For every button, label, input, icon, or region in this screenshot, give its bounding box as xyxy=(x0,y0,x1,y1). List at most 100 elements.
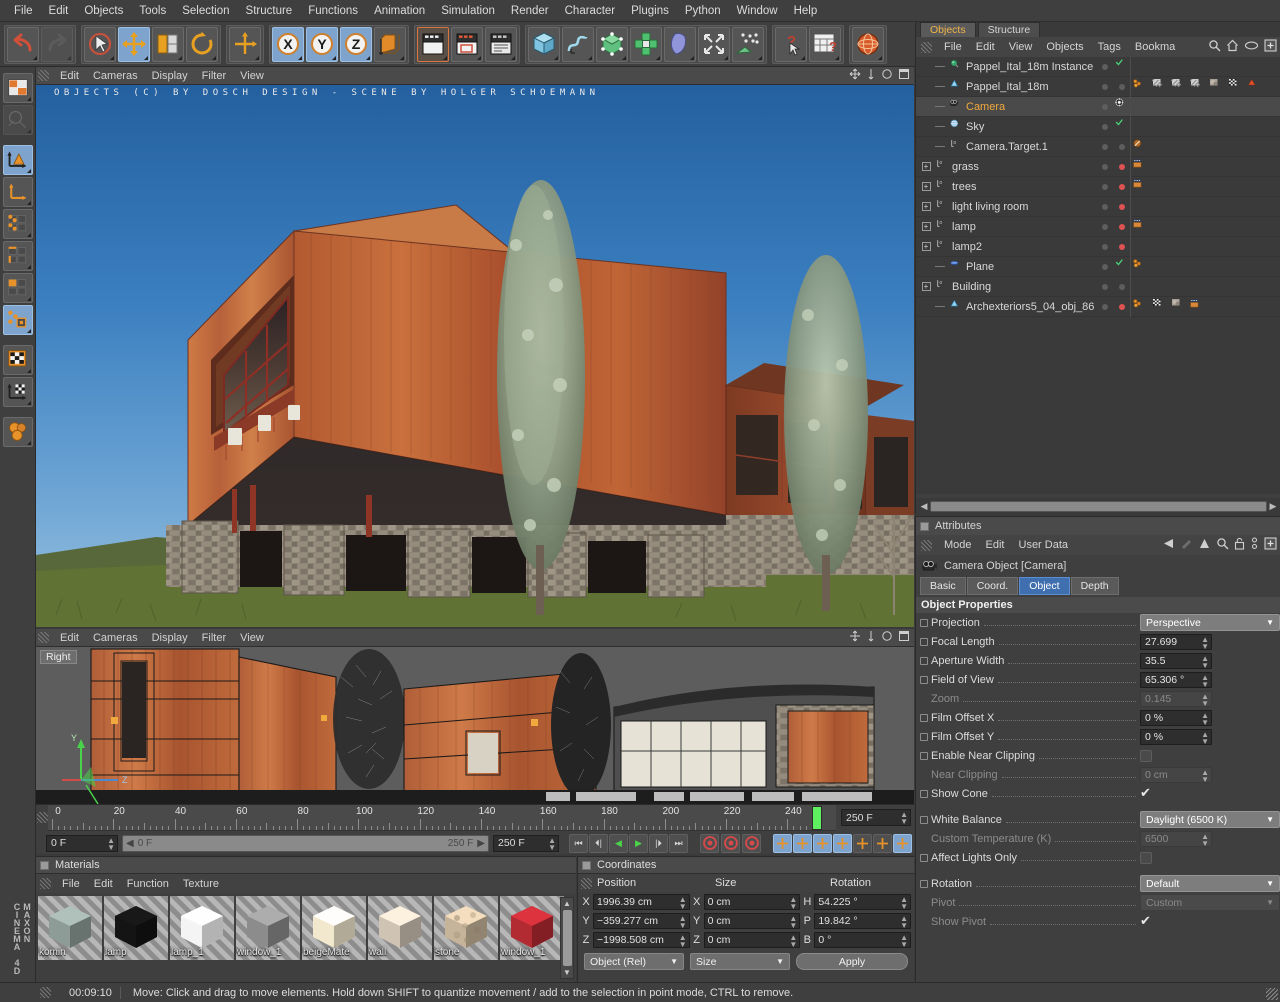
editor-visibility-dot[interactable] xyxy=(1096,64,1114,70)
tree-control[interactable]: + xyxy=(918,282,934,291)
editor-visibility-dot[interactable] xyxy=(1096,244,1114,250)
render-settings-icon[interactable] xyxy=(485,27,517,62)
editor-visibility-dot[interactable] xyxy=(1096,124,1114,130)
model-mode-icon[interactable] xyxy=(3,73,33,103)
object-name[interactable]: light living room xyxy=(952,201,1096,213)
axis-lock-icon[interactable] xyxy=(3,377,33,407)
viewport-menu-filter[interactable]: Filter xyxy=(195,69,233,83)
render-visibility-cell[interactable] xyxy=(1114,119,1130,135)
viewport-menu-edit[interactable]: Edit xyxy=(87,877,120,891)
tree-control[interactable]: + xyxy=(918,242,934,251)
viewport-menu-view[interactable]: View xyxy=(233,631,271,645)
spinner-icon[interactable]: ▲▼ xyxy=(1201,674,1209,688)
property-dropdown[interactable]: Default▼ xyxy=(1140,875,1280,892)
viewport-menu-cameras[interactable]: Cameras xyxy=(86,631,145,645)
tag-texture-checker[interactable] xyxy=(1152,299,1169,314)
keyframe-mode-button[interactable] xyxy=(893,834,912,853)
render-visibility-dot[interactable] xyxy=(1119,204,1125,210)
tree-control[interactable] xyxy=(932,86,948,87)
menu-item-help[interactable]: Help xyxy=(786,3,826,19)
scroll-right-arrow-icon[interactable]: ▶ xyxy=(477,838,485,849)
objmgr-tab-structure[interactable]: Structure xyxy=(978,22,1041,37)
attr-tab-object[interactable]: Object xyxy=(1019,577,1069,595)
polygon-mode-icon[interactable] xyxy=(3,273,33,303)
editor-visibility-dot[interactable] xyxy=(1096,264,1114,270)
timeline-end-frame-field[interactable]: 250 F ▲▼ xyxy=(841,809,911,826)
tag-phong-tag[interactable] xyxy=(1133,299,1150,314)
spinner-icon[interactable]: ▲▼ xyxy=(789,934,797,948)
object-name[interactable]: Building xyxy=(952,281,1096,293)
tag-area[interactable] xyxy=(1130,257,1280,277)
back-arrow-icon[interactable] xyxy=(1162,538,1175,549)
size-field[interactable]: 0 cm▲▼ xyxy=(704,932,801,948)
perspective-viewport[interactable]: EditCamerasDisplayFilterView OBJECTS (C)… xyxy=(36,67,914,627)
viewport-menu-texture[interactable]: Texture xyxy=(176,877,226,891)
attr-tab-basic[interactable]: Basic xyxy=(920,577,966,595)
panel-grip-icon[interactable] xyxy=(921,540,932,551)
rotation-field[interactable]: 19.842 °▲▼ xyxy=(814,913,911,929)
panel-grip-icon[interactable] xyxy=(38,70,49,81)
viewport-menu-edit[interactable]: Edit xyxy=(53,69,86,83)
particle-icon[interactable] xyxy=(732,27,764,62)
target-tag-icon[interactable] xyxy=(1115,98,1130,116)
menu-item-simulation[interactable]: Simulation xyxy=(433,3,503,19)
material-item[interactable]: window_1 xyxy=(236,896,300,958)
menu-item-file[interactable]: File xyxy=(6,3,41,19)
size-field[interactable]: 0 cm▲▼ xyxy=(704,894,801,910)
menu-item-animation[interactable]: Animation xyxy=(366,3,433,19)
panel-grip-icon[interactable] xyxy=(921,42,932,53)
object-row[interactable]: +0lamp2 xyxy=(916,237,1280,257)
render-visibility-cell[interactable] xyxy=(1114,284,1130,290)
viewport-menu-user data[interactable]: User Data xyxy=(1012,538,1076,552)
expand-toggle-icon[interactable]: + xyxy=(922,182,931,191)
render-visibility-dot[interactable] xyxy=(1119,164,1125,170)
render-visibility-dot[interactable] xyxy=(1119,184,1125,190)
tree-control[interactable]: + xyxy=(918,162,934,171)
object-list[interactable]: Pappel_Ital_18m InstancePappel_Ital_18mC… xyxy=(916,57,1280,494)
viewport-menu-mode[interactable]: Mode xyxy=(937,538,979,552)
keyframe-selection-button[interactable] xyxy=(742,834,761,853)
tree-control[interactable]: + xyxy=(918,182,934,191)
editor-visibility-dot[interactable] xyxy=(1096,204,1114,210)
object-row[interactable]: 0Camera.Target.1 xyxy=(916,137,1280,157)
rotate-tool-icon[interactable] xyxy=(186,27,218,62)
editor-visibility-dot[interactable] xyxy=(1096,104,1114,110)
scroll-right-arrow-icon[interactable]: ▶ xyxy=(1267,501,1279,512)
tree-control[interactable] xyxy=(932,106,948,107)
pencil-icon[interactable] xyxy=(1180,538,1193,549)
viewport-menu-edit[interactable]: Edit xyxy=(979,538,1012,552)
editor-visibility-dot[interactable] xyxy=(1096,164,1114,170)
scale-tool-icon[interactable] xyxy=(152,27,184,62)
animation-track-bullet[interactable] xyxy=(920,880,928,888)
property-dropdown[interactable]: Daylight (6500 K)▼ xyxy=(1140,811,1280,828)
property-checkbox[interactable] xyxy=(1140,750,1152,762)
tag-area[interactable] xyxy=(1130,177,1280,197)
record-active-objects-button[interactable] xyxy=(700,834,719,853)
editor-visibility-dot[interactable] xyxy=(1096,144,1114,150)
viewport-menu-view[interactable]: View xyxy=(1002,40,1040,54)
scale-viewport-icon[interactable] xyxy=(866,630,876,642)
render-view-icon[interactable] xyxy=(417,27,449,62)
coordinate-size-dropdown[interactable]: Size ▼ xyxy=(690,953,790,970)
scale-viewport-icon[interactable] xyxy=(866,68,876,80)
viewport-menu-bookma[interactable]: Bookma xyxy=(1128,40,1182,54)
world-coordinate-icon[interactable] xyxy=(374,27,406,62)
resize-grip-icon[interactable] xyxy=(1266,988,1278,1000)
maximize-viewport-icon[interactable] xyxy=(898,68,910,80)
render-visibility-dot[interactable] xyxy=(1119,284,1125,290)
scroll-thumb[interactable] xyxy=(930,501,1267,512)
render-visibility-dot[interactable] xyxy=(1119,304,1125,310)
animation-track-bullet[interactable] xyxy=(920,733,928,741)
property-checkbox-checked[interactable]: ✔ xyxy=(1140,913,1151,928)
viewport-menu-file[interactable]: File xyxy=(937,40,969,54)
object-row[interactable]: Pappel_Ital_18m xyxy=(916,77,1280,97)
panel-menu-icon[interactable] xyxy=(920,522,929,531)
tag-texture-hatch[interactable] xyxy=(1190,79,1207,94)
animation-track-bullet[interactable] xyxy=(920,619,928,627)
auto-keyframing-button[interactable] xyxy=(873,834,892,853)
home-icon[interactable] xyxy=(1226,39,1239,52)
render-visibility-cell[interactable] xyxy=(1114,244,1130,250)
object-row[interactable]: +0trees xyxy=(916,177,1280,197)
move-viewport-icon[interactable] xyxy=(849,68,861,80)
tree-control[interactable]: + xyxy=(918,222,934,231)
